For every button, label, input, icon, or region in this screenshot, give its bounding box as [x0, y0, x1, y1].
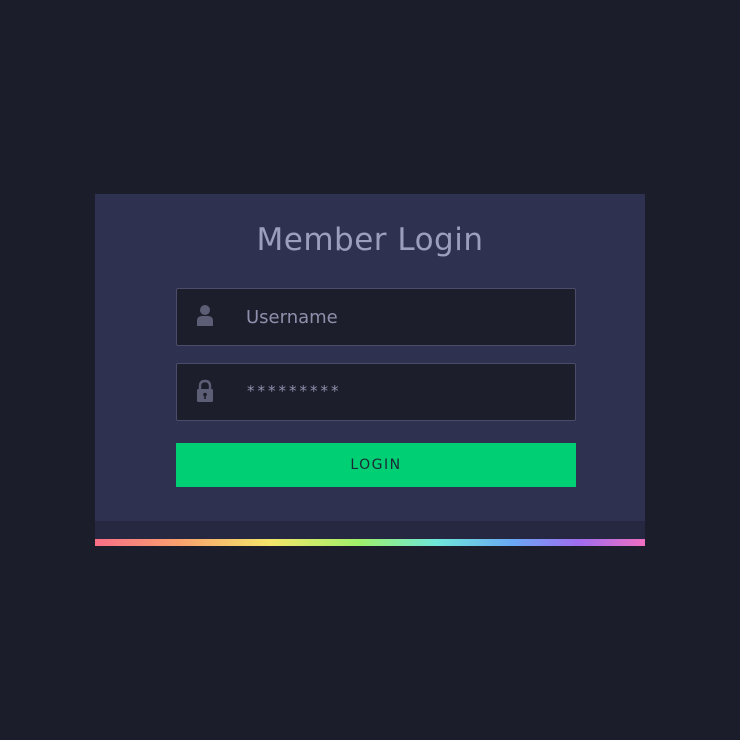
rainbow-accent-bar [95, 539, 645, 546]
username-input[interactable] [246, 289, 556, 345]
password-masked-value[interactable]: ********* [247, 382, 342, 400]
username-field[interactable] [176, 288, 576, 346]
lock-icon [195, 379, 215, 403]
login-button[interactable]: LOGIN [176, 443, 576, 487]
card-footer-band [95, 521, 645, 539]
user-icon [195, 304, 215, 328]
password-field[interactable]: ********* [176, 363, 576, 421]
page-title: Member Login [256, 222, 484, 258]
